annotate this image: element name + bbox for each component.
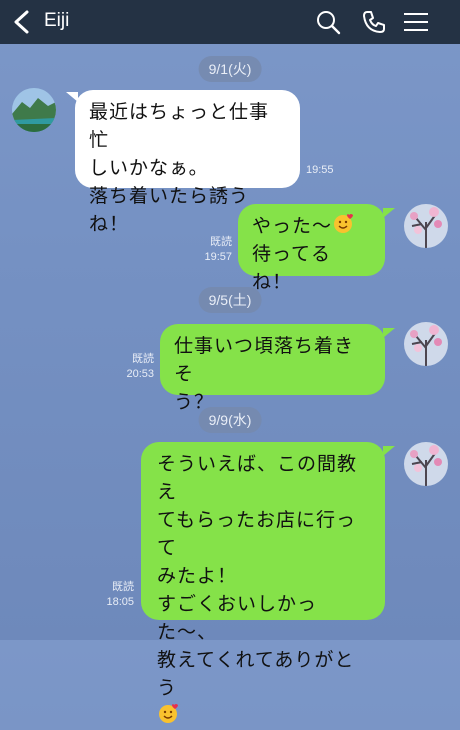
bubble-tail [383, 328, 395, 338]
date-separator: 9/5(土) [198, 287, 262, 313]
read-receipt: 既読 [132, 353, 154, 365]
message-bubble-outgoing[interactable]: やった〜 待ってるね！ [238, 204, 385, 293]
smiling-face-with-hearts-emoji [334, 214, 354, 233]
message-text: やった〜 [252, 215, 333, 237]
date-separator: 9/1(火) [198, 56, 262, 82]
message-meta: 既読 18:05 [98, 580, 134, 610]
read-receipt: 既読 [210, 236, 232, 248]
message-timestamp: 19:55 [306, 164, 334, 176]
chat-header: Eiji [0, 0, 460, 44]
user-avatar[interactable] [404, 204, 448, 248]
message-bubble-outgoing[interactable]: そういえば、この間教え てもらったお店に行って みたよ！ すごくおいしかった〜、… [141, 442, 385, 723]
message-text: そういえば、この間教え [157, 453, 358, 503]
read-receipt: 既読 [112, 581, 134, 593]
date-separator: 9/9(水) [198, 407, 262, 433]
chevron-left-icon[interactable] [10, 9, 34, 35]
message-bubble-outgoing[interactable]: 仕事いつ頃落ち着きそ う？ [160, 324, 385, 413]
message-bubble-incoming[interactable]: 最近はちょっと仕事忙 しいかなぁ。 落ち着いたら誘うね！ [75, 90, 300, 235]
contact-avatar[interactable] [12, 88, 56, 132]
message-meta: 既読 20:53 [112, 352, 154, 382]
message-text: みたよ！ [157, 565, 238, 587]
message-text: 待ってるね！ [252, 243, 332, 293]
message-timestamp: 20:53 [126, 368, 154, 380]
message-timestamp: 19:57 [204, 251, 232, 263]
bubble-tail [383, 208, 395, 218]
message-text: しいかなぁ。 [89, 157, 209, 179]
message-text: 最近はちょっと仕事忙 [89, 101, 270, 151]
message-meta: 既読 19:57 [190, 235, 232, 265]
search-icon[interactable] [314, 8, 342, 36]
user-avatar[interactable] [404, 442, 448, 486]
message-text: てもらったお店に行って [157, 509, 357, 559]
message-text: 教えてくれてありがとう [157, 649, 355, 699]
contact-name: Eiji [44, 10, 70, 31]
hamburger-menu-icon[interactable] [402, 8, 430, 36]
phone-icon[interactable] [360, 8, 388, 36]
smiling-face-with-hearts-emoji [159, 704, 178, 723]
message-timestamp: 18:05 [106, 596, 134, 608]
message-text: 仕事いつ頃落ち着きそ [174, 335, 355, 385]
bubble-tail [383, 446, 395, 456]
user-avatar[interactable] [404, 322, 448, 366]
message-text: すごくおいしかった〜、 [157, 593, 318, 643]
